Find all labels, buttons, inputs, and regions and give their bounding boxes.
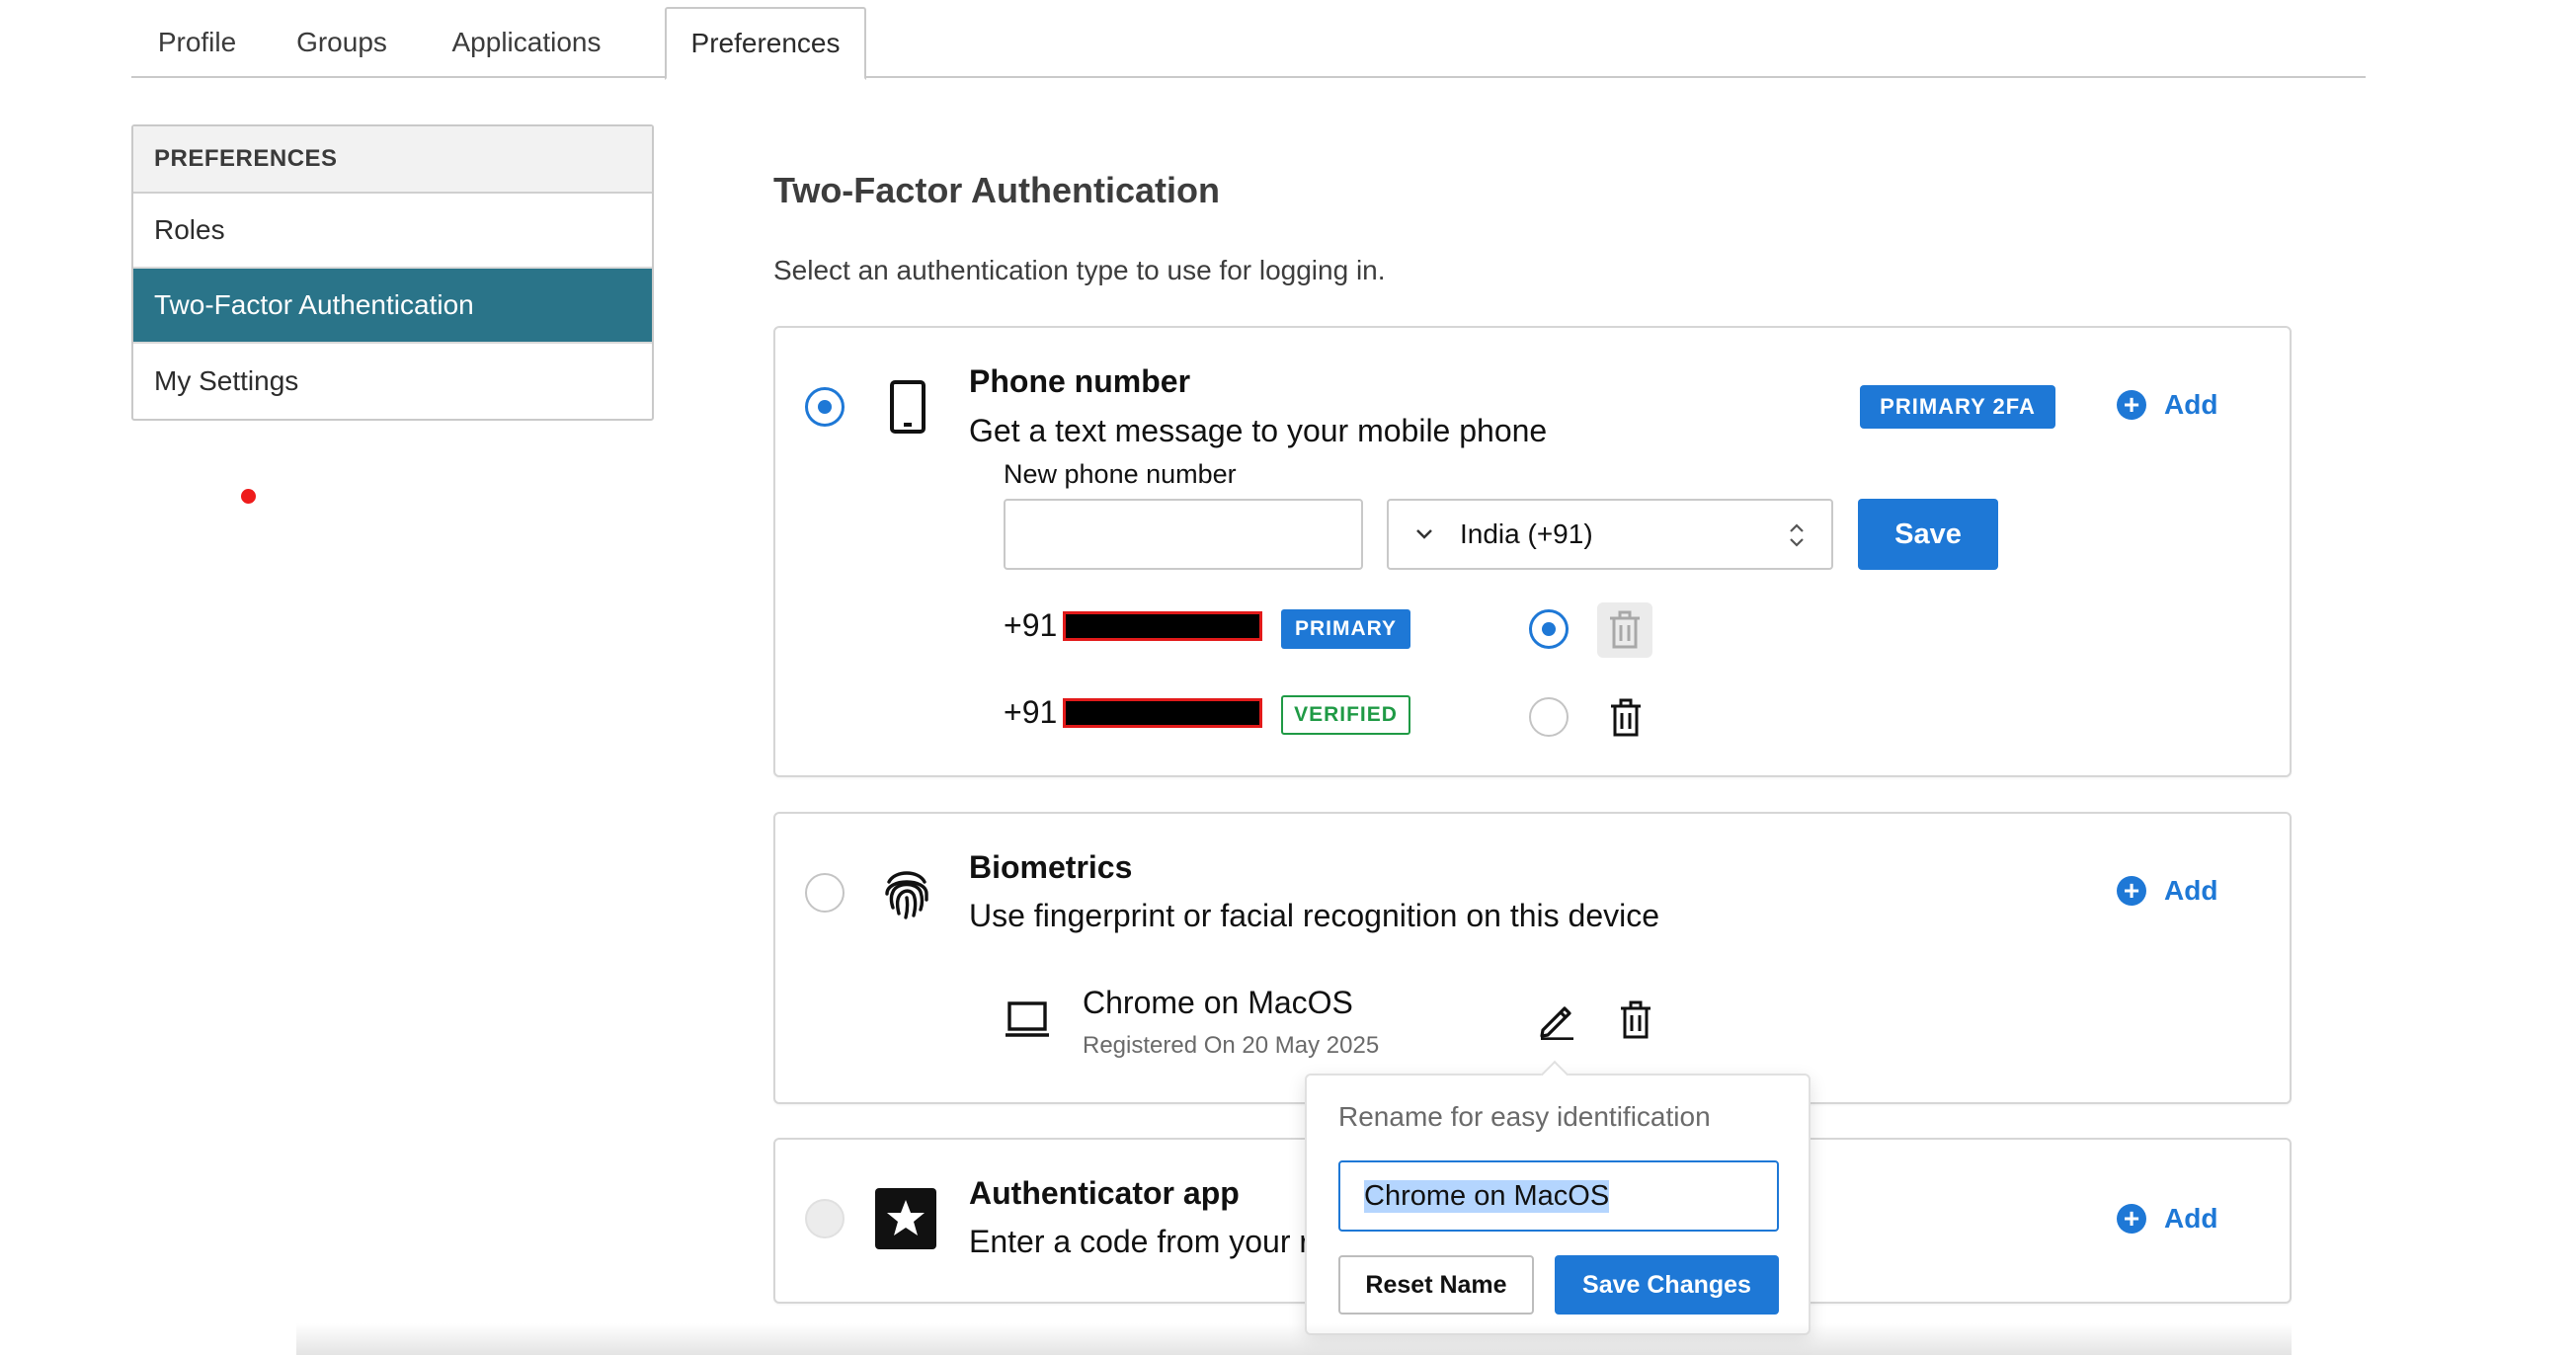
rename-device-input[interactable]: Chrome on MacOS <box>1338 1160 1779 1232</box>
phone-prefix: +91 <box>1004 607 1058 643</box>
fingerprint-icon <box>881 864 932 924</box>
trash-icon <box>1621 1000 1650 1039</box>
rename-device-button[interactable] <box>1535 998 1578 1042</box>
mobile-phone-icon <box>886 380 929 438</box>
plus-circle-icon: + <box>2117 390 2146 420</box>
device-registered-date: Registered On 20 May 2025 <box>1083 1032 1380 1059</box>
reset-name-button[interactable]: Reset Name <box>1338 1255 1534 1315</box>
phone-method-title: Phone number <box>969 363 1191 399</box>
delete-verified-number-button[interactable] <box>1605 696 1647 740</box>
phone-method-radio[interactable] <box>805 387 845 427</box>
rename-input-value: Chrome on MacOS <box>1364 1179 1610 1213</box>
device-name: Chrome on MacOS <box>1083 985 1353 1020</box>
save-changes-button[interactable]: Save Changes <box>1555 1255 1779 1315</box>
authenticator-method-radio[interactable] <box>805 1199 845 1238</box>
trash-icon <box>1610 610 1640 649</box>
phone-number-row-verified: +91 <box>1004 694 1263 731</box>
sidebar-item-my-settings[interactable]: My Settings <box>133 344 652 419</box>
rename-label: Rename for easy identification <box>1338 1101 1711 1132</box>
sidebar-item-two-factor-authentication[interactable]: Two-Factor Authentication <box>133 269 652 344</box>
plus-circle-icon: + <box>2117 876 2146 906</box>
tab-groups[interactable]: Groups <box>275 7 409 78</box>
phone-add-button[interactable]: + Add <box>2117 389 2217 421</box>
page-title: Two-Factor Authentication <box>773 170 1220 210</box>
new-phone-number-label: New phone number <box>1004 459 1237 489</box>
biometrics-add-label: Add <box>2164 875 2218 906</box>
laptop-icon <box>1005 1000 1050 1045</box>
trash-icon <box>1611 698 1641 737</box>
biometrics-method-title: Biometrics <box>969 849 1133 885</box>
phone-add-label: Add <box>2164 389 2218 420</box>
authenticator-star-icon <box>875 1188 936 1254</box>
new-phone-number-input[interactable] <box>1004 499 1363 570</box>
sidebar-heading: PREFERENCES <box>133 126 652 194</box>
page-subtitle: Select an authentication type to use for… <box>773 255 1386 285</box>
delete-primary-number-button <box>1597 602 1652 658</box>
biometrics-method-description: Use fingerprint or facial recognition on… <box>969 898 1660 933</box>
biometrics-method-radio[interactable] <box>805 873 845 913</box>
tab-profile[interactable]: Profile <box>131 7 263 78</box>
save-phone-button[interactable]: Save <box>1858 499 1998 570</box>
chevron-down-icon <box>1416 529 1432 539</box>
primary-badge: PRIMARY <box>1281 609 1410 649</box>
sidebar-item-roles[interactable]: Roles <box>133 194 652 269</box>
redacted-number <box>1063 697 1263 728</box>
verified-number-radio[interactable] <box>1529 697 1569 737</box>
biometrics-add-button[interactable]: + Add <box>2117 875 2217 907</box>
redacted-number <box>1063 610 1263 641</box>
country-code-select[interactable]: India (+91) <box>1387 499 1833 570</box>
select-updown-icon <box>1790 523 1804 547</box>
authenticator-method-description: Enter a code from your r <box>969 1224 1311 1259</box>
delete-device-button[interactable] <box>1614 998 1657 1042</box>
verified-badge: VERIFIED <box>1281 695 1410 735</box>
scroll-shadow <box>296 1323 2292 1355</box>
pencil-icon <box>1540 1006 1573 1040</box>
primary-2fa-badge: PRIMARY 2FA <box>1860 385 2055 429</box>
cursor-indicator-dot <box>241 489 256 504</box>
authenticator-add-label: Add <box>2164 1203 2218 1234</box>
country-code-value: India (+91) <box>1460 518 1593 549</box>
plus-circle-icon: + <box>2117 1204 2146 1234</box>
tab-applications[interactable]: Applications <box>428 7 625 78</box>
phone-prefix: +91 <box>1004 694 1058 730</box>
authenticator-add-button[interactable]: + Add <box>2117 1203 2217 1235</box>
primary-number-radio[interactable] <box>1529 609 1569 649</box>
tab-preferences[interactable]: Preferences <box>665 7 866 80</box>
phone-method-description: Get a text message to your mobile phone <box>969 413 1548 448</box>
preferences-sidebar: PREFERENCES Roles Two-Factor Authenticat… <box>131 124 654 421</box>
tab-bar: Profile Groups Applications Preferences <box>131 7 2366 80</box>
authenticator-method-title: Authenticator app <box>969 1175 1240 1211</box>
rename-device-popover: Rename for easy identification Chrome on… <box>1305 1074 1811 1335</box>
phone-number-row-primary: +91 <box>1004 607 1263 644</box>
